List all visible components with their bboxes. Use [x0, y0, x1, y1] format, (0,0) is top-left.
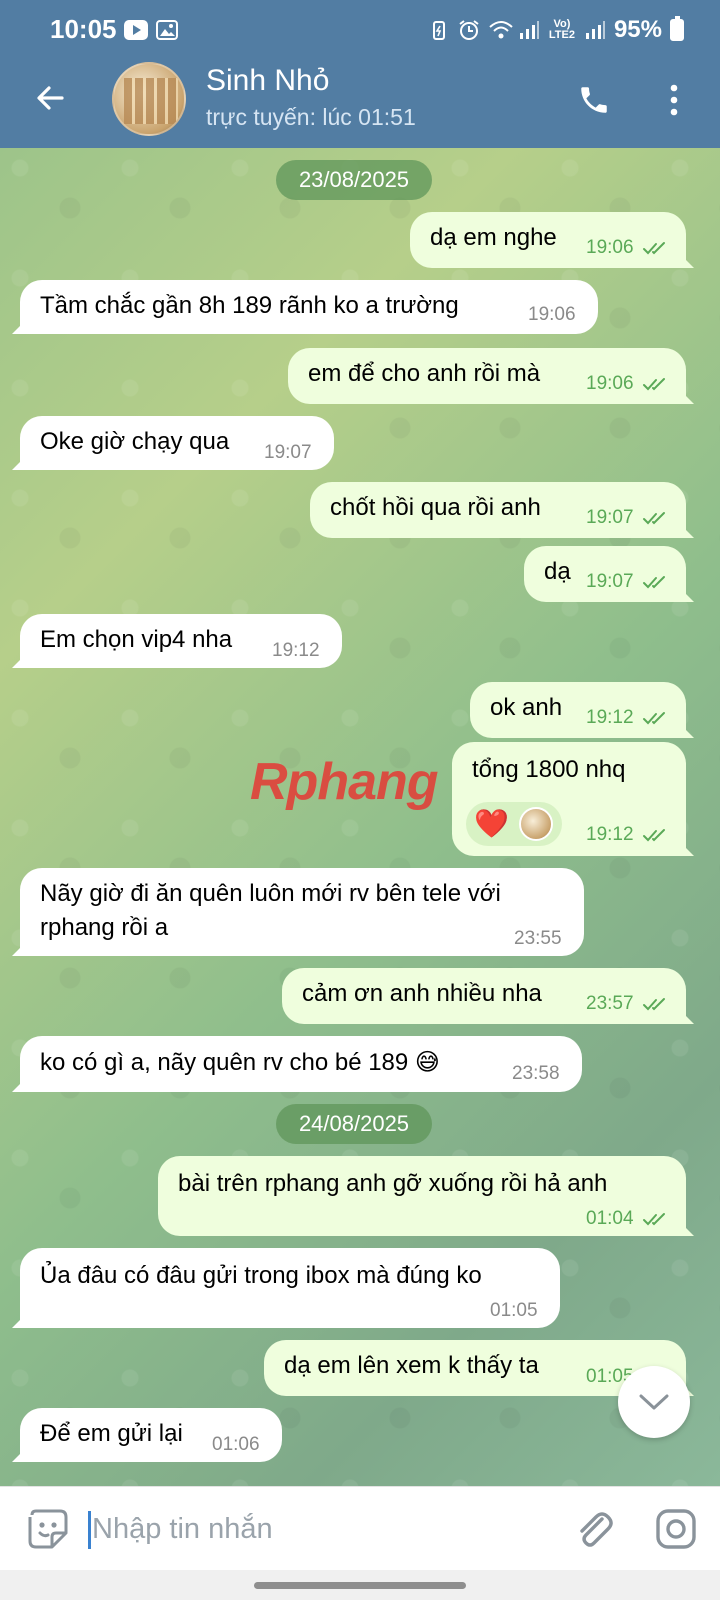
- back-arrow-icon: [37, 86, 64, 110]
- outgoing-message[interactable]: em để cho anh rồi mà 19:06: [288, 348, 694, 404]
- message-time: 19:06: [586, 373, 634, 394]
- back-button[interactable]: [26, 74, 74, 122]
- chevron-down-icon: [639, 1394, 669, 1410]
- message-time: 01:06: [212, 1434, 260, 1455]
- incoming-message[interactable]: Em chọn vip4 nha 19:12: [12, 614, 342, 668]
- message-time: 19:12: [272, 640, 320, 661]
- read-receipt-icon: [643, 1213, 665, 1226]
- message-time: 19:12: [586, 824, 634, 845]
- date-separator: 23/08/2025: [276, 160, 432, 200]
- read-receipt-icon: [643, 512, 665, 525]
- outgoing-message[interactable]: dạ 19:07: [524, 546, 694, 602]
- call-button[interactable]: [570, 76, 618, 124]
- emoji-button[interactable]: [24, 1505, 72, 1553]
- message-input[interactable]: [92, 1505, 542, 1553]
- message-text: ok anh: [490, 694, 563, 721]
- signal-icon-2: [584, 19, 606, 41]
- message-time: 23:55: [514, 928, 562, 949]
- battery-icon: [670, 16, 684, 41]
- paperclip-icon: [580, 1512, 613, 1547]
- read-receipt-icon: [643, 378, 665, 391]
- message-text: Ủa đâu có đâu gửi trong ibox mà đúng ko: [40, 1262, 482, 1289]
- watermark: Rphang: [250, 753, 439, 811]
- reaction-chip[interactable]: ❤️: [466, 802, 562, 846]
- reactor-avatar: [518, 807, 553, 841]
- message-text: Để em gửi lại: [40, 1420, 183, 1447]
- message-time: 19:12: [586, 707, 634, 728]
- incoming-message[interactable]: Oke giờ chạy qua 19:07: [12, 416, 334, 470]
- message-text: tổng 1800 nhq: [472, 756, 626, 783]
- message-text: cảm ơn anh nhiều nha: [302, 980, 542, 1007]
- sticker-icon: [28, 1509, 68, 1549]
- message-time: 01:04: [586, 1208, 634, 1229]
- system-navigation-bar: [0, 1570, 720, 1600]
- message-time: 23:58: [512, 1063, 560, 1084]
- outgoing-message[interactable]: ok anh 19:12: [470, 682, 694, 738]
- incoming-message[interactable]: Tầm chắc gần 8h 189 rãnh ko a trường 19:…: [12, 280, 598, 334]
- message-time: 19:07: [586, 571, 634, 592]
- message-text: Em chọn vip4 nha: [40, 626, 233, 653]
- message-text: dạ: [544, 558, 571, 585]
- battery-saver-icon: [428, 19, 450, 41]
- alarm-icon: [458, 19, 480, 41]
- more-options-button[interactable]: [656, 76, 692, 124]
- wifi-icon: [488, 19, 513, 41]
- contact-avatar[interactable]: [112, 62, 186, 136]
- chat-header: 10:05 Vo) LTE2 95% Sinh Nhỏ trực tuyến: …: [0, 0, 720, 148]
- attach-button[interactable]: [570, 1505, 618, 1553]
- camera-button[interactable]: [652, 1505, 700, 1553]
- network-label: Vo) LTE2: [548, 18, 575, 41]
- outgoing-message[interactable]: cảm ơn anh nhiều nha 23:57: [282, 968, 694, 1024]
- incoming-message[interactable]: Ủa đâu có đâu gửi trong ibox mà đúng ko …: [12, 1248, 560, 1328]
- message-text: dạ em nghe: [430, 224, 557, 251]
- incoming-message[interactable]: Nãy giờ đi ăn quên luôn mới rv bên tele …: [12, 868, 584, 956]
- message-time: 19:07: [264, 442, 312, 463]
- outgoing-message[interactable]: bài trên rphang anh gỡ xuống rồi hả anh …: [158, 1156, 694, 1236]
- message-text: Tầm chắc gần 8h 189 rãnh ko a trường: [40, 292, 459, 319]
- outgoing-message[interactable]: tổng 1800 nhq ❤️ 19:12: [452, 742, 694, 856]
- status-time: 10:05: [50, 14, 117, 44]
- contact-status: trực tuyến: lúc 01:51: [206, 104, 416, 130]
- camera-icon: [656, 1509, 696, 1549]
- youtube-icon: [124, 20, 148, 40]
- outgoing-message[interactable]: dạ em nghe 19:06: [410, 212, 694, 268]
- message-text: em để cho anh rồi mà: [308, 360, 541, 387]
- home-indicator[interactable]: [254, 1582, 466, 1589]
- message-text: chốt hồi qua rồi anh: [330, 494, 541, 521]
- kebab-menu-icon: [670, 84, 678, 116]
- incoming-message[interactable]: Để em gửi lại 01:06: [12, 1408, 282, 1462]
- message-time: 23:57: [586, 993, 634, 1014]
- scroll-to-bottom-button[interactable]: [618, 1366, 690, 1438]
- gallery-icon: [156, 20, 180, 40]
- heart-reaction-icon: ❤️: [474, 808, 509, 839]
- outgoing-message[interactable]: chốt hồi qua rồi anh 19:07: [310, 482, 694, 538]
- message-time: 19:06: [528, 304, 576, 325]
- text-cursor: [88, 1511, 91, 1549]
- status-bar: 10:05 Vo) LTE2 95%: [0, 0, 720, 60]
- message-text: Oke giờ chạy qua: [40, 428, 230, 455]
- message-text-line-2: rphang rồi a: [40, 914, 169, 941]
- signal-icon: [518, 19, 540, 41]
- contact-name[interactable]: Sinh Nhỏ: [206, 64, 329, 98]
- message-time: 19:06: [586, 237, 634, 258]
- message-text: ko có gì a, nãy quên rv cho bé 189 😅: [40, 1049, 440, 1076]
- message-text: Nãy giờ đi ăn quên luôn mới rv bên tele …: [40, 880, 501, 907]
- message-text: dạ em lên xem k thấy ta: [284, 1352, 539, 1379]
- message-list[interactable]: 23/08/2025 dạ em nghe 19:06 Tầm chắc gần…: [0, 148, 720, 1486]
- message-text: bài trên rphang anh gỡ xuống rồi hả anh: [178, 1170, 608, 1197]
- read-receipt-icon: [643, 998, 665, 1011]
- message-composer: [0, 1486, 720, 1570]
- read-receipt-icon: [643, 829, 665, 842]
- phone-icon: [581, 87, 607, 113]
- incoming-message[interactable]: ko có gì a, nãy quên rv cho bé 189 😅 23:…: [12, 1036, 582, 1092]
- read-receipt-icon: [643, 576, 665, 589]
- battery-percent: 95%: [613, 16, 662, 43]
- date-separator: 24/08/2025: [276, 1104, 432, 1144]
- read-receipt-icon: [643, 712, 665, 725]
- read-receipt-icon: [643, 242, 665, 255]
- message-time: 19:07: [586, 507, 634, 528]
- message-time: 01:05: [490, 1300, 538, 1321]
